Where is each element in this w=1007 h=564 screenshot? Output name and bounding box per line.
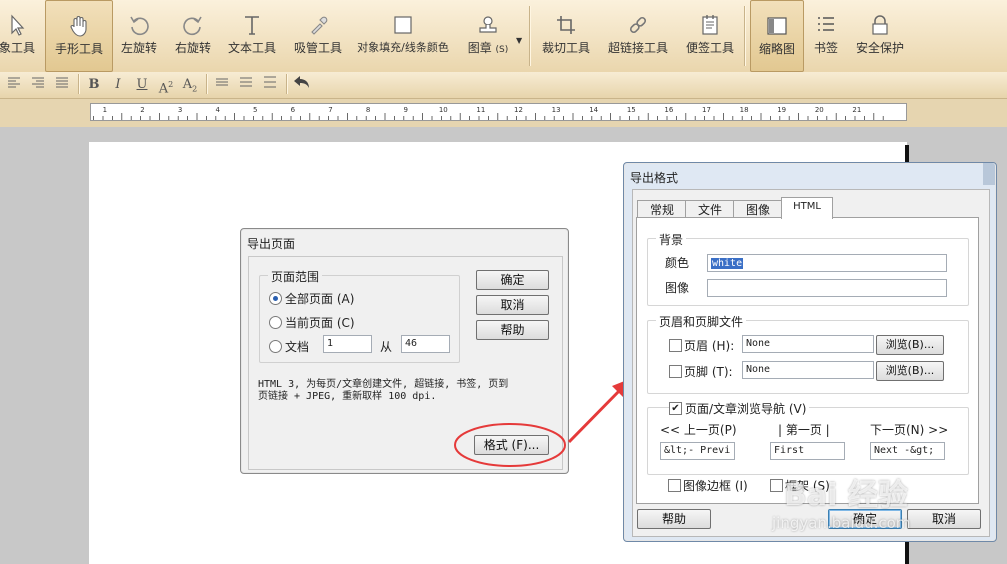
image-border-checkbox[interactable] — [668, 479, 681, 492]
annotation-arrow-line — [567, 386, 624, 444]
background-group: 背景 颜色 white 图像 — [647, 231, 969, 306]
footer-checkbox[interactable] — [669, 365, 682, 378]
next-page-input[interactable]: Next -&gt; — [870, 442, 945, 460]
header-input[interactable]: None — [742, 335, 874, 353]
highlight-ellipse — [454, 423, 566, 467]
group-label: 背景 — [656, 231, 687, 248]
group-label: 页眉和页脚文件 — [656, 313, 747, 330]
footer-input[interactable]: None — [742, 361, 874, 379]
first-page-input[interactable]: First — [770, 442, 845, 460]
first-page-label: | 第一页 | — [778, 423, 830, 437]
cancel-button[interactable]: 取消 — [907, 509, 981, 529]
help-button[interactable]: 帮助 — [637, 509, 711, 529]
group-label: 页面/文章浏览导航 (V) — [682, 400, 810, 417]
tab-html[interactable]: HTML — [781, 197, 833, 219]
prev-page-label: << 上一页(P) — [660, 423, 737, 437]
dialog-title: 导出格式 — [630, 171, 679, 185]
navigation-group: ✔ 页面/文章浏览导航 (V) << 上一页(P) | 第一页 | 下一页(N)… — [647, 400, 969, 475]
browse-header-button[interactable]: 浏览(B)... — [876, 335, 944, 355]
frame-checkbox[interactable] — [770, 479, 783, 492]
header-footer-group: 页眉和页脚文件 页眉 (H): None 浏览(B)... 页脚 (T): No… — [647, 313, 969, 394]
navigation-checkbox[interactable]: ✔ — [669, 402, 682, 415]
browse-footer-button[interactable]: 浏览(B)... — [876, 361, 944, 381]
footer-label: 页脚 (T): — [684, 365, 733, 379]
baidu-watermark-url: jingyan.baidu.com — [772, 514, 911, 532]
header-checkbox[interactable] — [669, 339, 682, 352]
color-label: 颜色 — [665, 256, 690, 270]
color-input[interactable]: white — [707, 254, 947, 272]
titlebar-edge — [983, 163, 995, 185]
html-tab-panel: 背景 颜色 white 图像 页眉和页脚文件 页眉 (H): None 浏览(B… — [636, 217, 979, 504]
prev-page-input[interactable]: &lt;- Previ — [660, 442, 735, 460]
baidu-watermark-logo: Bai 经验 — [784, 478, 908, 513]
image-border-label: 图像边框 (I) — [683, 479, 748, 493]
image-input[interactable] — [707, 279, 947, 297]
header-label: 页眉 (H): — [684, 339, 735, 353]
image-label: 图像 — [665, 281, 690, 295]
next-page-label: 下一页(N) >> — [870, 423, 949, 437]
selected-text: white — [711, 258, 744, 269]
